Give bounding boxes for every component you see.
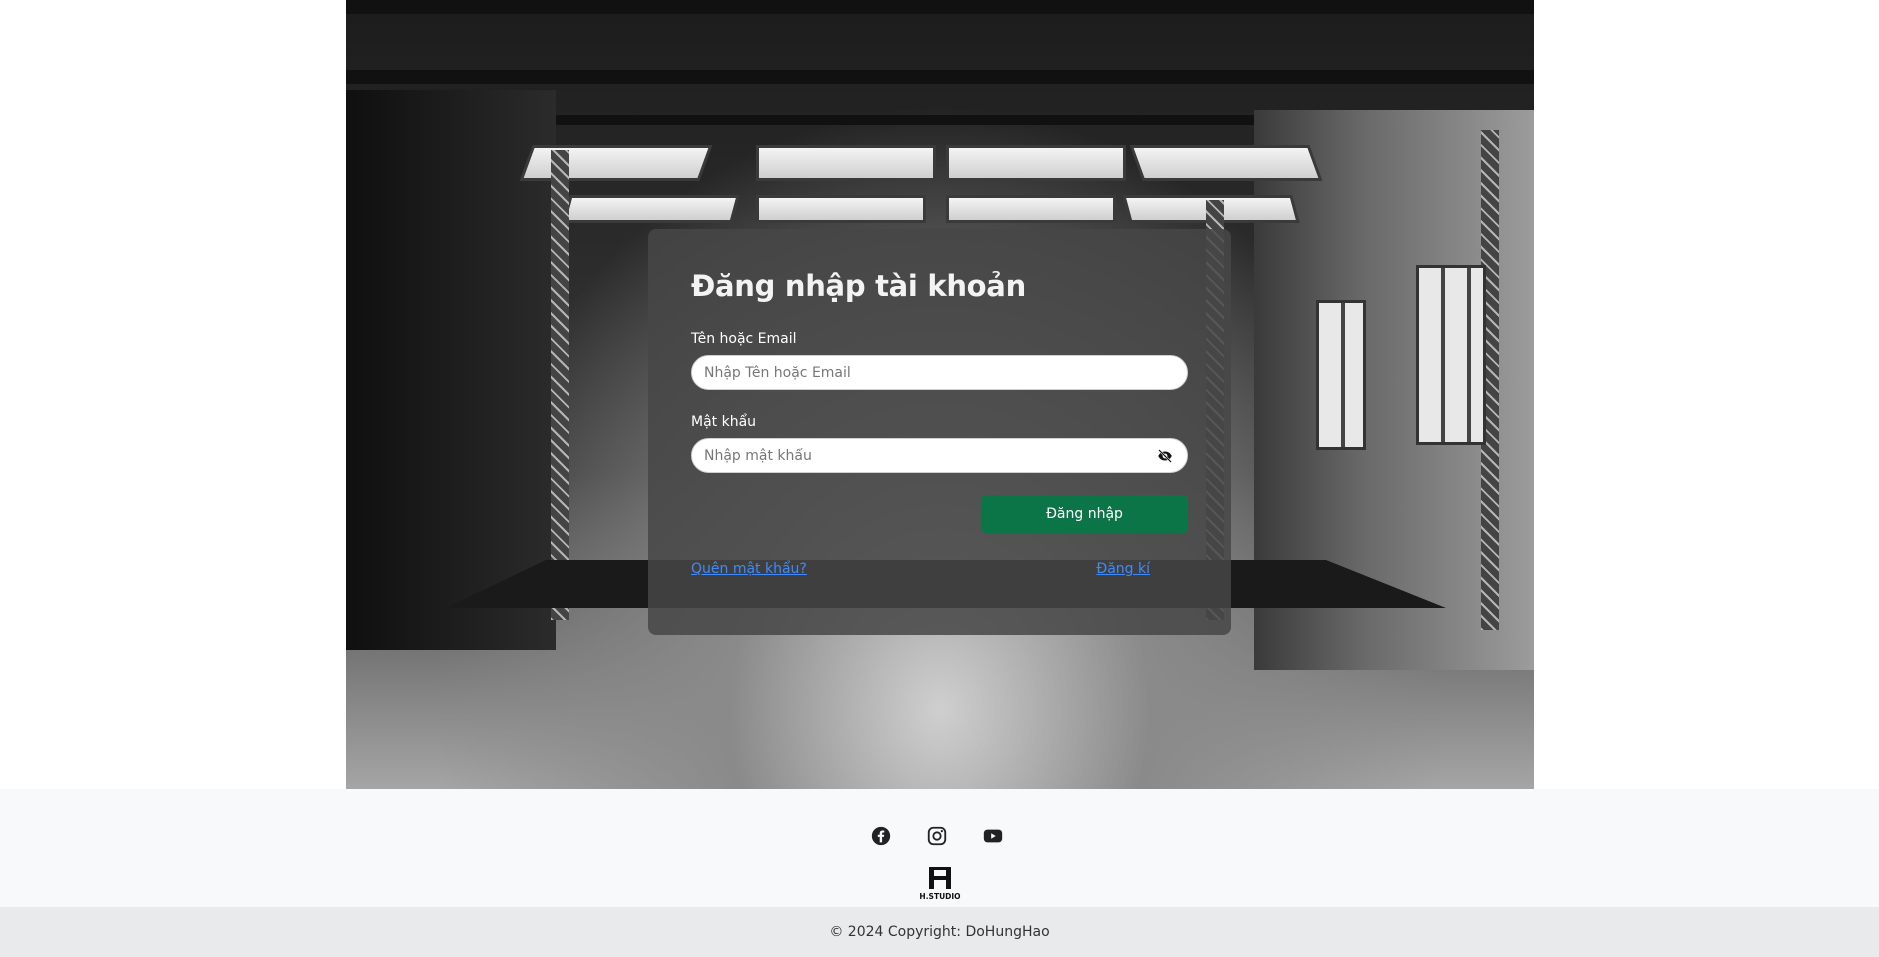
password-input[interactable] bbox=[691, 438, 1188, 473]
ceiling-light bbox=[756, 145, 936, 181]
login-button[interactable]: Đăng nhập bbox=[981, 495, 1188, 533]
ceiling-light bbox=[946, 145, 1126, 181]
ceiling-beam bbox=[346, 70, 1534, 84]
ceiling-light bbox=[756, 195, 926, 223]
facebook-icon[interactable] bbox=[870, 825, 892, 847]
ceiling-light bbox=[562, 195, 740, 223]
forgot-password-link[interactable]: Quên mật khẩu? bbox=[691, 561, 807, 577]
instagram-icon[interactable] bbox=[926, 825, 948, 847]
youtube-icon[interactable] bbox=[982, 825, 1004, 847]
ceiling-light bbox=[519, 145, 713, 181]
footer: H.STUDIO bbox=[0, 789, 1879, 907]
auth-links: Quên mật khẩu? Đăng kí bbox=[691, 561, 1188, 581]
copyright-text: © 2024 Copyright: DoHungHao bbox=[829, 924, 1050, 940]
lighting-truss bbox=[551, 150, 569, 620]
social-links bbox=[870, 825, 1004, 847]
copyright-bar: © 2024 Copyright: DoHungHao bbox=[0, 907, 1879, 957]
username-label: Tên hoặc Email bbox=[691, 331, 797, 347]
eye-slash-icon[interactable] bbox=[1156, 447, 1174, 465]
register-link[interactable]: Đăng kí bbox=[1096, 561, 1150, 577]
studio-window bbox=[1316, 300, 1366, 450]
username-input[interactable] bbox=[691, 355, 1188, 390]
password-label: Mật khẩu bbox=[691, 414, 757, 430]
login-card: Đăng nhập tài khoản Tên hoặc Email Mật k… bbox=[648, 229, 1231, 635]
svg-text:H.STUDIO: H.STUDIO bbox=[919, 892, 960, 901]
ceiling-beam bbox=[346, 0, 1534, 14]
login-title: Đăng nhập tài khoản bbox=[691, 269, 1026, 303]
ceiling-light bbox=[946, 195, 1116, 223]
ceiling-light bbox=[1129, 145, 1323, 181]
username-field-wrapper bbox=[691, 355, 1188, 390]
studio-window bbox=[1416, 265, 1486, 445]
h-studio-logo: H.STUDIO bbox=[918, 865, 962, 901]
password-field-wrapper bbox=[691, 438, 1188, 473]
